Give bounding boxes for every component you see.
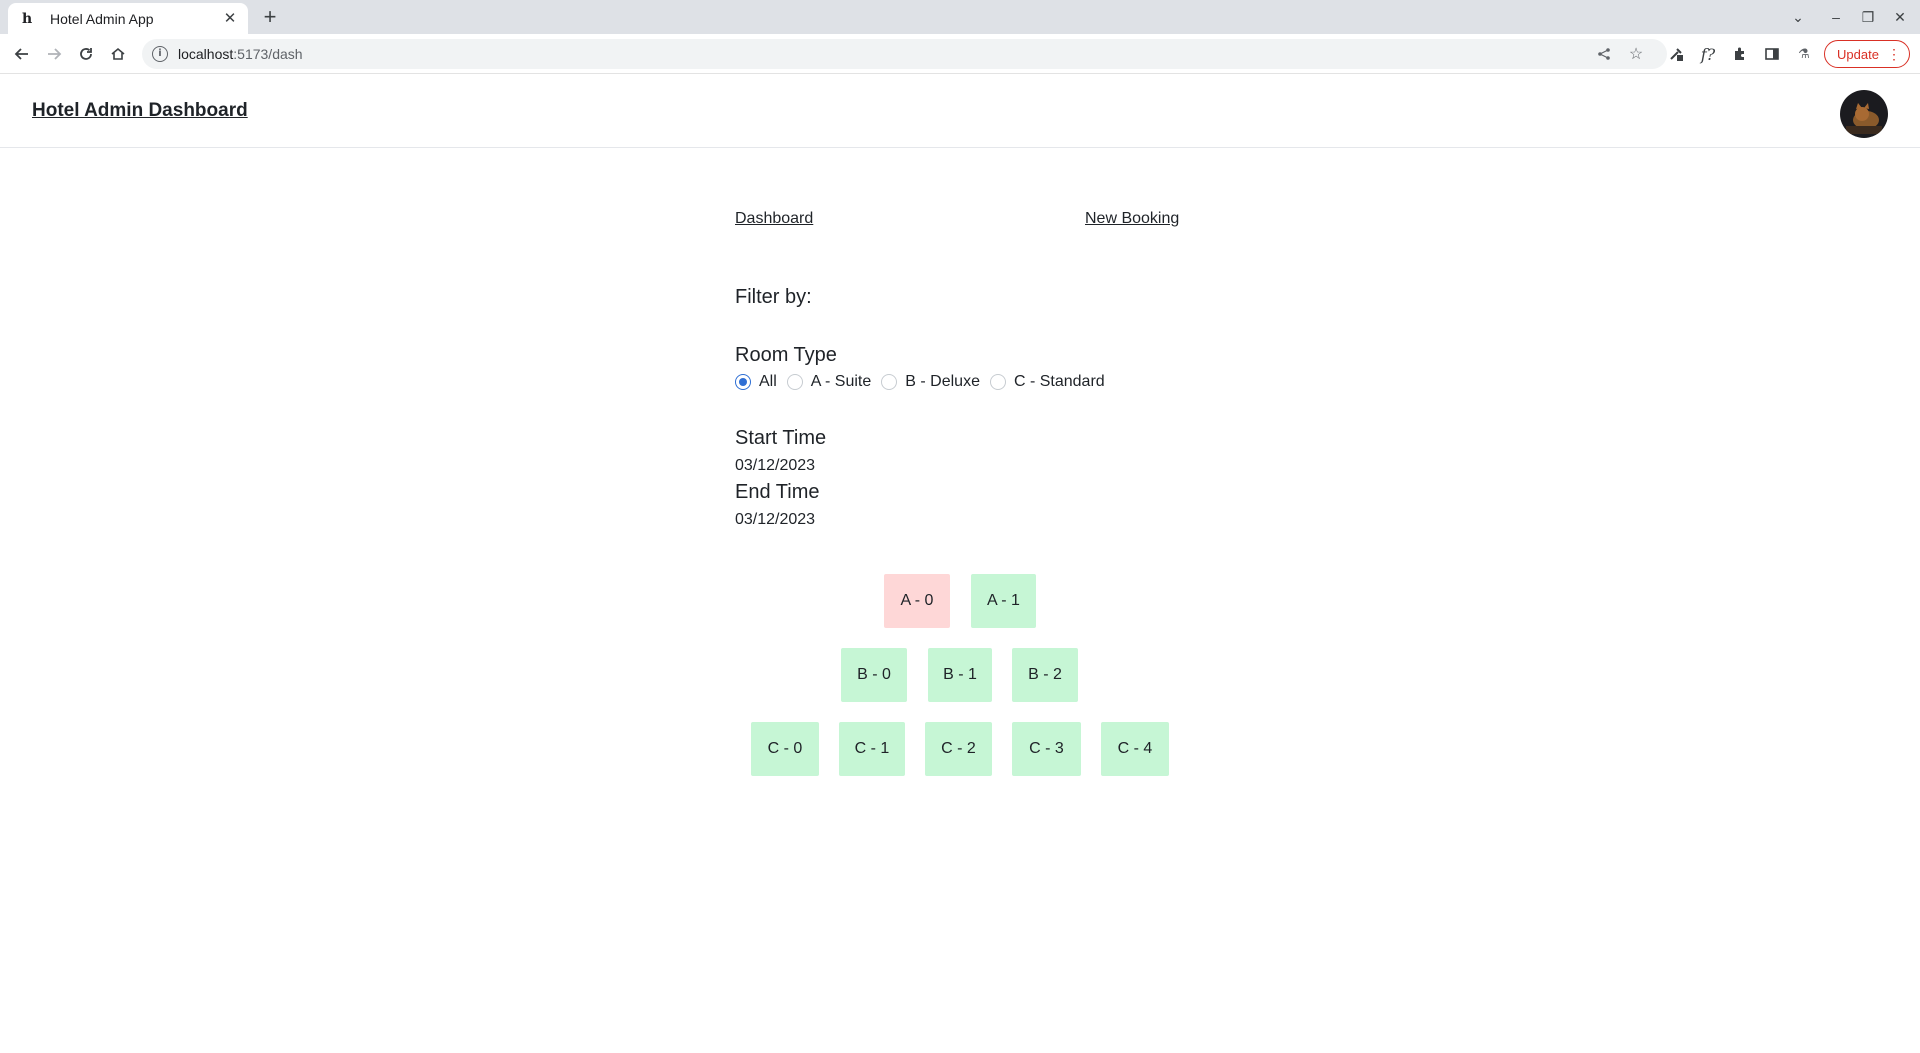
- browser-tab[interactable]: h Hotel Admin App ✕: [8, 3, 248, 34]
- back-icon[interactable]: [10, 42, 34, 66]
- radio-button-suite[interactable]: [786, 374, 803, 390]
- radio-label-suite: A - Suite: [810, 373, 872, 390]
- new-tab-icon[interactable]: +: [258, 6, 282, 30]
- radio-button-deluxe[interactable]: [881, 374, 898, 390]
- avatar[interactable]: [1840, 90, 1888, 138]
- browser-toolbar: i localhost:5173/dash ☆ f? ⚗ Update ⋮: [0, 34, 1920, 74]
- share-icon[interactable]: [1592, 42, 1616, 66]
- minimize-icon[interactable]: –: [1824, 6, 1848, 28]
- extension-eyedropper-icon[interactable]: [1664, 42, 1688, 66]
- room-c-2[interactable]: C - 2: [925, 722, 992, 776]
- radio-option-all[interactable]: All: [735, 373, 777, 391]
- room-a-1[interactable]: A - 1: [971, 574, 1036, 628]
- address-url: localhost:5173/dash: [178, 46, 303, 62]
- start-time-input[interactable]: 03/12/2023: [735, 457, 815, 475]
- side-panel-icon[interactable]: [1760, 42, 1784, 66]
- radio-option-deluxe[interactable]: B - Deluxe: [881, 373, 980, 391]
- filter-heading: Filter by:: [735, 286, 812, 308]
- nav-dashboard-link[interactable]: Dashboard: [735, 210, 813, 228]
- room-type-label: Room Type: [735, 344, 837, 366]
- app-title-link[interactable]: Hotel Admin Dashboard: [32, 100, 248, 122]
- tab-favicon-icon: h: [22, 10, 33, 27]
- tab-search-chevron-icon[interactable]: ⌄: [1786, 6, 1810, 28]
- radio-button-standard[interactable]: [989, 374, 1006, 390]
- menu-dots-icon[interactable]: ⋮: [1887, 46, 1901, 62]
- extension-function-icon[interactable]: f?: [1696, 42, 1720, 66]
- radio-option-standard[interactable]: C - Standard: [989, 373, 1105, 391]
- room-c-4[interactable]: C - 4: [1101, 722, 1169, 776]
- room-c-3[interactable]: C - 3: [1012, 722, 1081, 776]
- site-info-icon[interactable]: i: [152, 46, 168, 62]
- end-time-input[interactable]: 03/12/2023: [735, 511, 815, 529]
- end-time-label: End Time: [735, 481, 820, 503]
- nav-new-booking-link[interactable]: New Booking: [1085, 210, 1179, 228]
- room-b-2[interactable]: B - 2: [1012, 648, 1078, 702]
- update-button[interactable]: Update ⋮: [1824, 40, 1910, 68]
- room-b-1[interactable]: B - 1: [928, 648, 992, 702]
- restore-icon[interactable]: ❐: [1856, 6, 1880, 28]
- close-tab-icon[interactable]: ✕: [222, 10, 238, 27]
- start-time-label: Start Time: [735, 427, 827, 449]
- radio-label-deluxe: B - Deluxe: [905, 373, 980, 390]
- room-b-0[interactable]: B - 0: [841, 648, 907, 702]
- bookmark-star-icon[interactable]: ☆: [1624, 42, 1648, 66]
- address-bar[interactable]: i localhost:5173/dash: [142, 39, 1667, 69]
- room-c-1[interactable]: C - 1: [839, 722, 905, 776]
- forward-icon[interactable]: [42, 42, 66, 66]
- radio-button-all[interactable]: [735, 374, 751, 390]
- close-window-icon[interactable]: ✕: [1888, 6, 1912, 28]
- labs-icon[interactable]: ⚗: [1792, 42, 1816, 66]
- radio-label-all: All: [759, 373, 777, 390]
- app-header: Hotel Admin Dashboard: [0, 74, 1920, 148]
- browser-tab-bar: h Hotel Admin App ✕ + ⌄ – ❐ ✕: [0, 0, 1920, 34]
- home-icon[interactable]: [106, 42, 130, 66]
- radio-label-standard: C - Standard: [1013, 373, 1105, 390]
- room-a-0[interactable]: A - 0: [884, 574, 950, 628]
- tab-title: Hotel Admin App: [50, 10, 154, 27]
- extensions-puzzle-icon[interactable]: [1728, 42, 1752, 66]
- room-c-0[interactable]: C - 0: [751, 722, 819, 776]
- radio-option-suite[interactable]: A - Suite: [786, 373, 872, 391]
- reload-icon[interactable]: [74, 42, 98, 66]
- update-label: Update: [1837, 46, 1879, 62]
- room-type-radio-group: All A - Suite B - Deluxe C - Standard: [735, 373, 1115, 391]
